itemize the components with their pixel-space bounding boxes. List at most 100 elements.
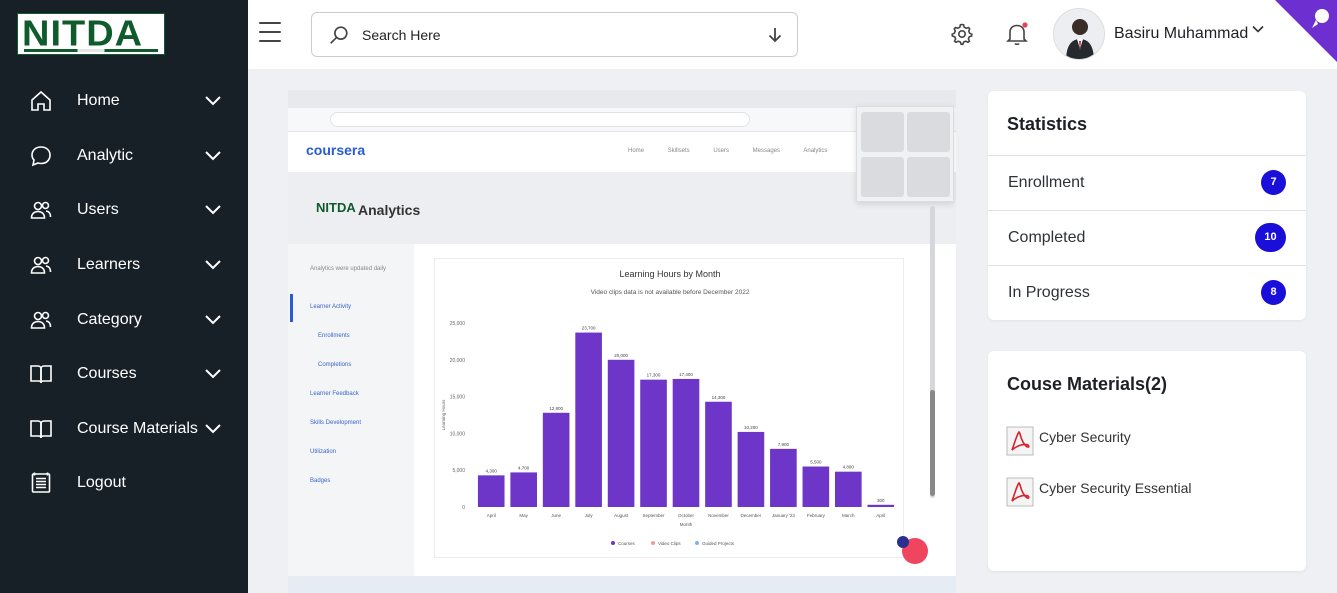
sidebar-item-label: Analytic (77, 146, 134, 164)
x-tick-label: August (614, 513, 629, 518)
user-name[interactable]: Basiru Muhammad (1114, 25, 1248, 43)
y-tick-label: 15,000 (450, 395, 466, 401)
side-menu-item: Enrollments (318, 333, 350, 339)
logo-text: NITDA (22, 14, 144, 54)
count-badge: 7 (1261, 170, 1286, 195)
github-corner-icon[interactable] (1275, 0, 1337, 62)
chart-bar (510, 472, 538, 507)
bar-value-label: 17,300 (647, 373, 661, 378)
chevron-down-icon[interactable] (203, 419, 223, 439)
chart-bar (477, 475, 505, 507)
screenshot-scroll-thumb (930, 390, 935, 496)
side-menu-item: Skills Development (310, 420, 362, 426)
stat-row-enrollment[interactable]: Enrollment 7 (988, 155, 1306, 210)
bar-value-label: 4,700 (518, 465, 530, 470)
x-tick-label: June (551, 513, 561, 518)
learning-hours-chart: Learning Hours by Month Video clips data … (441, 269, 895, 546)
sidebar-item-label: Course Materials (77, 419, 198, 437)
download-arrow-icon[interactable] (765, 25, 785, 45)
sidebar-item-learners[interactable]: Learners (0, 238, 248, 293)
sidebar-item-category[interactable]: Category (0, 292, 248, 347)
users-icon (28, 252, 54, 278)
search-input[interactable] (362, 23, 742, 47)
pdf-icon (1006, 477, 1034, 507)
material-label: Cyber Security Essential (1039, 480, 1192, 496)
chart-bar (802, 466, 830, 507)
bar-value-label: 5,500 (810, 460, 822, 465)
chevron-down-icon[interactable] (203, 146, 223, 166)
nitda-logo[interactable]: NITDA (17, 13, 165, 55)
sidebar-item-analytic[interactable]: Analytic (0, 129, 248, 184)
x-tick-label: March (842, 513, 855, 518)
material-label: Cyber Security (1039, 429, 1131, 445)
gear-icon[interactable] (950, 22, 974, 46)
chart-bar (542, 412, 570, 507)
side-menu-item: Badges (310, 478, 331, 484)
users-icon (28, 307, 54, 333)
material-item[interactable]: Cyber Security Essential (1006, 477, 1286, 507)
course-materials-title: Couse Materials(2) (1007, 374, 1168, 394)
logo-stripe (24, 49, 158, 52)
sidebar-item-label: Courses (77, 365, 137, 383)
pdf-icon (1006, 426, 1034, 456)
hamburger-menu-icon[interactable] (259, 22, 281, 42)
chevron-down-icon[interactable] (203, 255, 223, 275)
chevron-down-icon[interactable] (203, 200, 223, 220)
chart-subtitle: Video clips data is not available before… (591, 289, 750, 296)
chat-bubble-icon (28, 143, 54, 169)
bar-value-label: 12,800 (549, 406, 563, 411)
bar-value-label: 23,700 (582, 326, 596, 331)
sidebar-item-label: Logout (77, 474, 126, 492)
stat-row-in-progress[interactable]: In Progress 8 (988, 265, 1306, 320)
sidebar-item-label: Category (77, 310, 142, 328)
chart-bar (867, 504, 895, 507)
side-menu-note: Analytics were updated daily (310, 266, 387, 272)
users-icon (28, 197, 54, 223)
sidebar-item-users[interactable]: Users (0, 183, 248, 238)
material-item[interactable]: Cyber Security (1006, 426, 1286, 456)
y-axis-label: Learning Hours (441, 399, 446, 431)
sidebar-item-course-materials[interactable]: Course Materials (0, 402, 248, 457)
sidebar-nav: Home Analytic Users Learners Category Co… (0, 74, 248, 511)
sidebar-item-courses[interactable]: Courses (0, 347, 248, 402)
chevron-down-icon[interactable] (203, 91, 223, 111)
x-tick-label: April (487, 513, 496, 518)
x-tick-label: September (643, 513, 666, 518)
x-tick-label: April (876, 513, 885, 518)
course-materials-card: Couse Materials(2) Cyber Security Cyber … (988, 351, 1306, 571)
chart-bar (575, 332, 602, 507)
analytics-title: Analytics (358, 202, 421, 218)
chevron-down-icon[interactable] (203, 310, 223, 330)
x-tick-label: December (741, 513, 762, 518)
chart-bar (640, 379, 667, 507)
x-tick-label: July (585, 513, 594, 518)
stat-label: Completed (1008, 229, 1086, 246)
side-menu-item: Learner Feedback (310, 391, 359, 397)
bell-notification-icon[interactable] (1005, 21, 1029, 47)
sidebar-item-home[interactable]: Home (0, 74, 248, 129)
bar-value-label: 17,400 (679, 372, 693, 377)
analytics-side-menu: Analytics were updated daily Learner Act… (288, 244, 414, 584)
x-tick-label: October (678, 513, 695, 518)
coursera-logo: coursera (306, 142, 366, 158)
coursera-top-nav: Home Skillsets Users Messages Analytics (628, 148, 828, 154)
chart-bar (770, 448, 797, 507)
legend-label: Video Clips (658, 541, 681, 546)
y-tick-label: 10,000 (450, 431, 466, 437)
bar-value-label: 4,300 (486, 468, 498, 473)
stat-row-completed[interactable]: Completed 10 (988, 210, 1306, 265)
chart-bar (607, 359, 635, 507)
sidebar-item-logout[interactable]: Logout (0, 456, 248, 511)
sidebar-item-label: Users (77, 201, 119, 219)
count-badge: 8 (1261, 280, 1286, 305)
open-book-icon (28, 361, 54, 387)
top-header: Basiru Muhammad (248, 0, 1337, 69)
home-icon (28, 88, 54, 114)
legend-swatch (695, 541, 699, 545)
analytics-screenshot: coursera Home Skillsets Users Messages A… (288, 90, 956, 593)
avatar[interactable] (1053, 8, 1105, 60)
chevron-down-icon[interactable] (203, 364, 223, 384)
chevron-down-icon[interactable] (1251, 22, 1265, 36)
count-badge: 10 (1255, 223, 1286, 252)
windows-taskbar (288, 576, 956, 593)
